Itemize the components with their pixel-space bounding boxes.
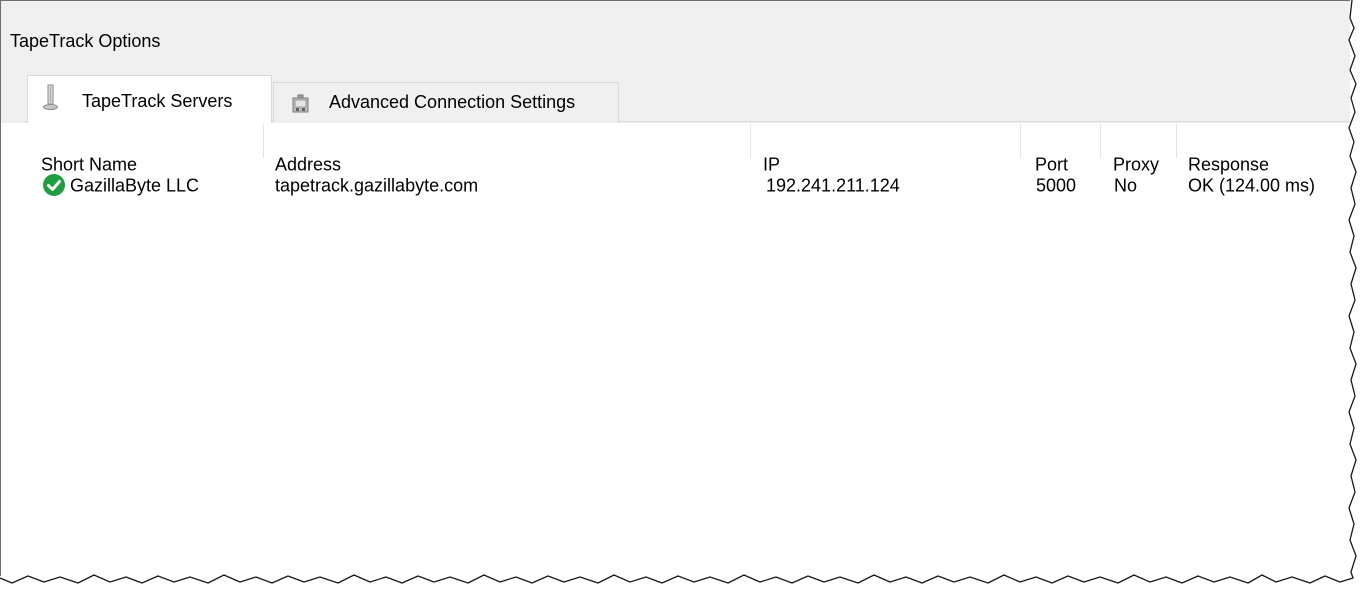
tab-label: Advanced Connection Settings: [329, 92, 576, 112]
column-divider[interactable]: [1020, 124, 1021, 158]
cell-address: tapetrack.gazillabyte.com: [275, 175, 479, 196]
tab-label: TapeTrack Servers: [82, 91, 233, 111]
column-divider[interactable]: [263, 124, 264, 158]
cell-short-name: GazillaByte LLC: [70, 175, 200, 196]
options-window: TapeTrack Options TapeTrack Servers Adva…: [0, 0, 1350, 576]
column-header-port[interactable]: Port: [1035, 155, 1068, 176]
green-check-icon: [42, 173, 66, 197]
column-divider[interactable]: [1176, 124, 1177, 158]
network-settings-icon: [291, 93, 311, 120]
cell-response: OK (124.00 ms): [1188, 175, 1316, 196]
column-header-response[interactable]: Response: [1188, 155, 1269, 176]
servers-list[interactable]: Short Name Address IP Port Proxy Respons…: [27, 123, 1350, 576]
column-divider[interactable]: [1100, 124, 1101, 158]
server-tower-icon: [42, 84, 60, 117]
cell-port: 5000: [1036, 175, 1077, 196]
tab-advanced-connection-settings[interactable]: Advanced Connection Settings: [273, 82, 619, 122]
column-header-address[interactable]: Address: [275, 155, 341, 176]
title-bar: TapeTrack Options: [1, 1, 1350, 67]
cell-proxy: No: [1114, 175, 1138, 196]
tab-tapetrack-servers[interactable]: TapeTrack Servers: [27, 75, 272, 123]
cell-ip: 192.241.211.124: [766, 175, 900, 196]
column-header-proxy[interactable]: Proxy: [1113, 155, 1159, 176]
column-divider[interactable]: [750, 124, 751, 158]
column-header-ip[interactable]: IP: [763, 155, 780, 176]
window-title: TapeTrack Options: [10, 31, 161, 51]
